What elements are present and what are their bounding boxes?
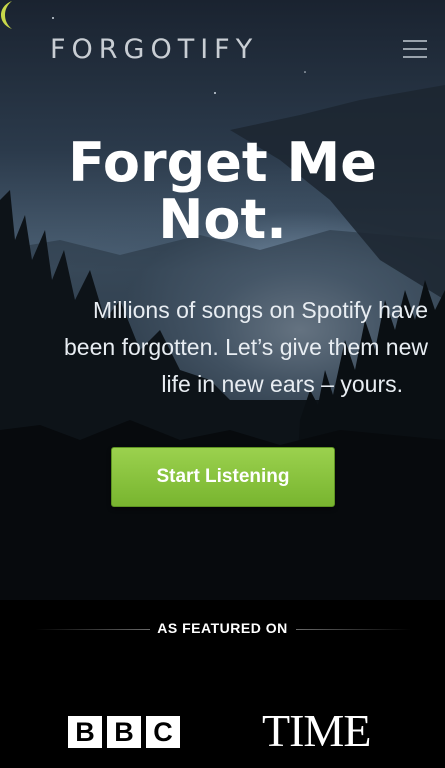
bbc-letter: B	[107, 716, 141, 748]
subtext-line-3: life in new ears – yours.	[161, 371, 403, 397]
hero-subtext: Millions of songs on Spotify have been f…	[18, 292, 428, 403]
menu-bar	[403, 40, 427, 42]
bbc-logo: B B C	[68, 716, 180, 748]
hero-headline: Forget Me Not.	[0, 134, 445, 248]
start-listening-button[interactable]: Start Listening	[111, 447, 335, 507]
headline-line-2: Not.	[158, 188, 287, 251]
headline-line-1: Forget Me	[68, 131, 377, 194]
bbc-letter: C	[146, 716, 180, 748]
subtext-line-2: been forgotten. Let’s give them new	[64, 334, 428, 360]
moon-logo-icon	[1, 1, 12, 29]
site-header: FORGOTIFY	[0, 0, 445, 100]
time-logo: TIME	[262, 705, 371, 756]
menu-bar	[403, 56, 427, 58]
menu-bar	[403, 48, 427, 50]
hamburger-icon[interactable]	[403, 40, 427, 60]
site-logo-text[interactable]: FORGOTIFY	[50, 34, 258, 65]
featured-title: AS FEATURED ON	[157, 620, 288, 636]
bbc-letter: B	[68, 716, 102, 748]
hero-section: FORGOTIFY Forget Me Not. Millions of son…	[0, 0, 445, 600]
divider-right	[296, 629, 411, 630]
subtext-line-1: Millions of songs on Spotify have	[93, 297, 428, 323]
featured-section: AS FEATURED ON B B C TIME	[0, 600, 445, 768]
